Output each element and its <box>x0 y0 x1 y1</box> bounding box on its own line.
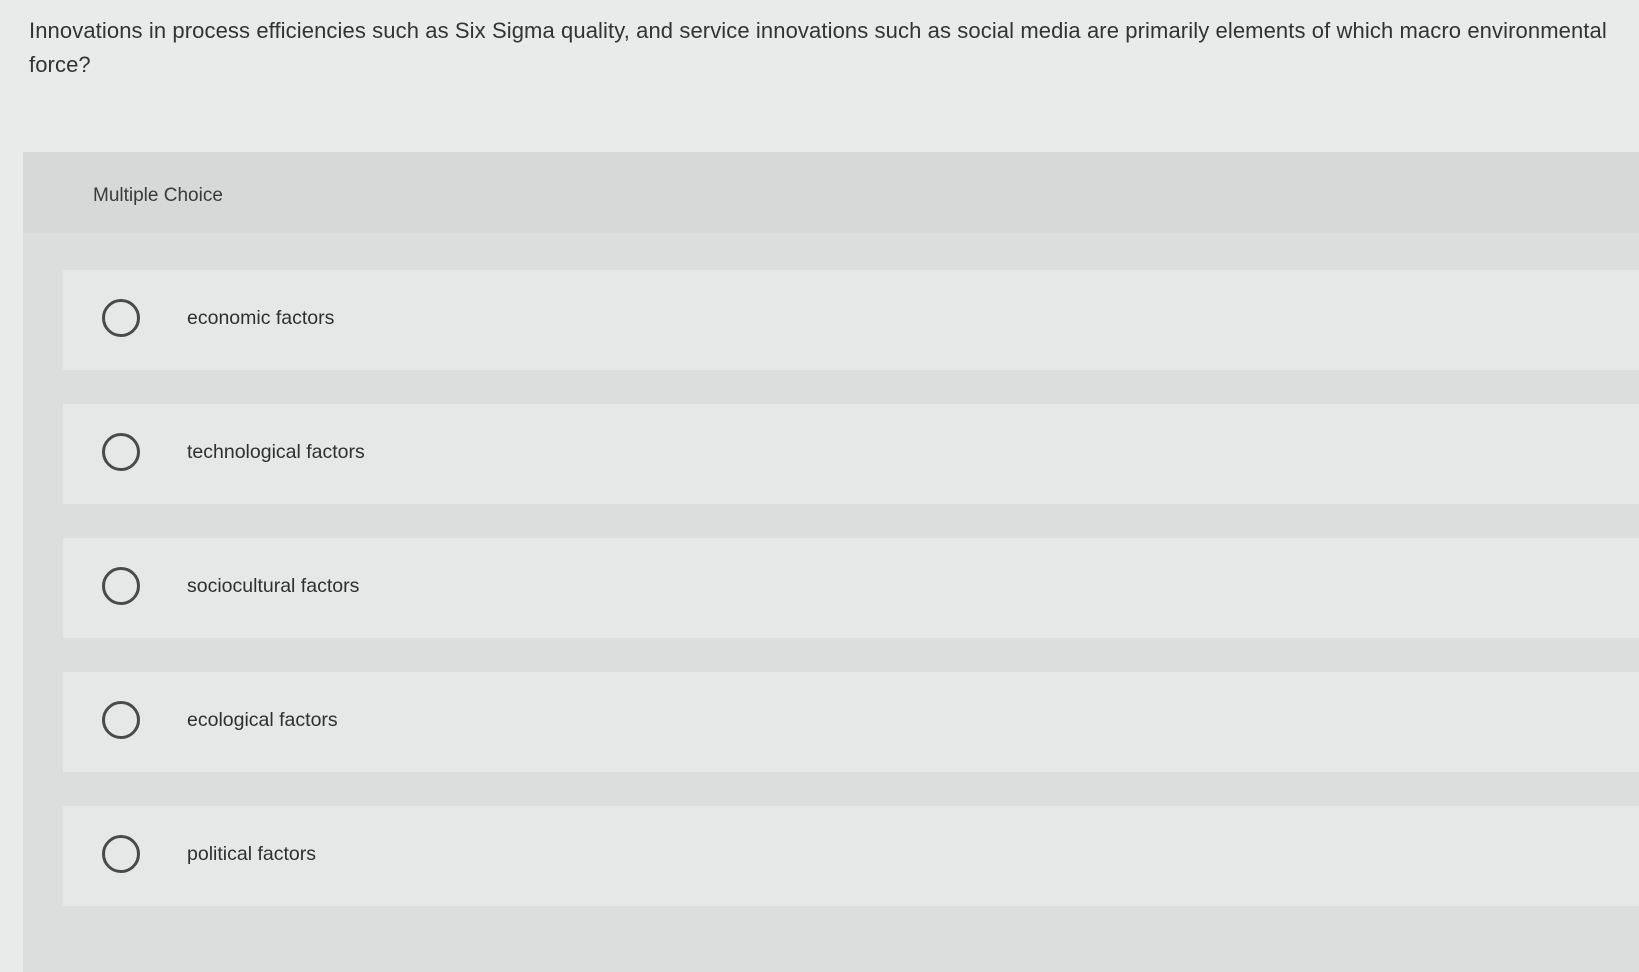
multiple-choice-panel: Multiple Choice economic factors technol… <box>23 152 1639 972</box>
question-text: Innovations in process efficiencies such… <box>29 18 1607 77</box>
option-label: sociocultural factors <box>187 575 360 597</box>
radio-button-icon[interactable] <box>102 433 140 471</box>
option-sociocultural-factors[interactable]: sociocultural factors <box>63 538 1639 638</box>
option-political-factors[interactable]: political factors <box>63 806 1639 906</box>
multiple-choice-header: Multiple Choice <box>23 152 1639 233</box>
question-type-label: Multiple Choice <box>93 185 223 206</box>
option-label: technological factors <box>187 441 365 463</box>
radio-button-icon[interactable] <box>102 701 140 739</box>
radio-button-icon[interactable] <box>102 567 140 605</box>
option-ecological-factors[interactable]: ecological factors <box>63 672 1639 772</box>
option-label: economic factors <box>187 307 335 329</box>
radio-button-icon[interactable] <box>102 299 140 337</box>
option-technological-factors[interactable]: technological factors <box>63 404 1639 504</box>
option-label: political factors <box>187 843 316 865</box>
option-economic-factors[interactable]: economic factors <box>63 270 1639 370</box>
radio-button-icon[interactable] <box>102 835 140 873</box>
option-label: ecological factors <box>187 709 338 731</box>
